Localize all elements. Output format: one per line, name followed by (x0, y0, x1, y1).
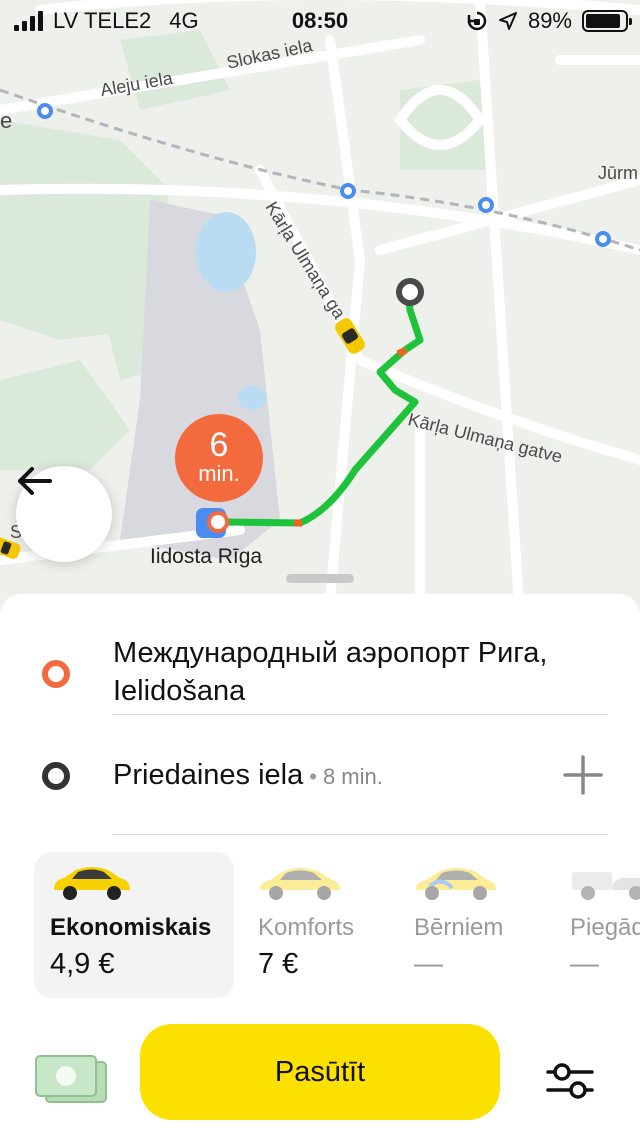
plus-icon[interactable] (560, 752, 606, 798)
separator: • (309, 764, 317, 789)
taxi-car-icon (54, 867, 130, 900)
tariff-price: 7 € (258, 948, 299, 980)
eta-value: 6 (209, 426, 229, 464)
map-view[interactable]: Slokas iela Aleju iela Kārļa Ulmaņa ga K… (0, 0, 640, 620)
back-button[interactable] (16, 466, 112, 562)
tariff-name: Piegāde (570, 914, 640, 941)
eta-badge: 6 min. (175, 414, 263, 502)
pickup-address: Международный аэропорт Рига, Ielidošana (113, 637, 548, 707)
destination-time: 8 min. (322, 764, 383, 789)
destination-dot-icon (42, 762, 70, 790)
rotation-lock-icon (467, 11, 487, 31)
taxi-car-icon (260, 868, 340, 900)
pickup-dot-icon (42, 660, 70, 688)
back-arrow-icon (18, 467, 52, 495)
tariff-name: Komforts (258, 914, 355, 941)
cash-icon[interactable] (34, 1054, 108, 1104)
tariff-price: 4,9 € (50, 948, 115, 980)
tariff-price: — (570, 948, 599, 980)
eta-unit: min. (198, 461, 240, 486)
delivery-car-icon (572, 872, 640, 900)
airport-label: Iidosta Rīga (150, 545, 263, 568)
battery-icon (582, 10, 632, 32)
tariff-name: Bērniem (414, 914, 504, 941)
location-arrow-icon (498, 12, 517, 30)
taxi-car-icon (416, 868, 496, 900)
divider (112, 834, 608, 835)
sheet-grabber[interactable] (286, 574, 354, 583)
order-button[interactable]: Pasūtīt (140, 1024, 500, 1120)
street-label: Jūrm (598, 163, 638, 183)
order-sheet: Международный аэропорт Рига, Ielidošana … (0, 594, 640, 1136)
tariff-delivery[interactable]: Piegāde — (554, 852, 640, 998)
tariff-economy[interactable]: Ekonomiskais 4,9 € (34, 852, 234, 998)
settings-sliders-icon[interactable] (546, 1060, 594, 1102)
tariff-list[interactable]: Ekonomiskais 4,9 € Komforts 7 € Bērniem … (0, 850, 640, 1000)
tariff-name: Ekonomiskais (50, 914, 212, 941)
pickup-point[interactable]: Международный аэропорт Рига, Ielidošana (0, 612, 640, 712)
destination-point[interactable]: Priedaines iela • 8 min. (0, 734, 640, 814)
battery-percent: 89% (527, 8, 572, 33)
divider (112, 714, 608, 715)
status-bar: LV TELE2 4G 08:50 89% (0, 0, 640, 40)
destination-address: Priedaines iela (113, 759, 304, 791)
tariff-price: — (414, 948, 443, 980)
street-label: e (0, 108, 13, 133)
